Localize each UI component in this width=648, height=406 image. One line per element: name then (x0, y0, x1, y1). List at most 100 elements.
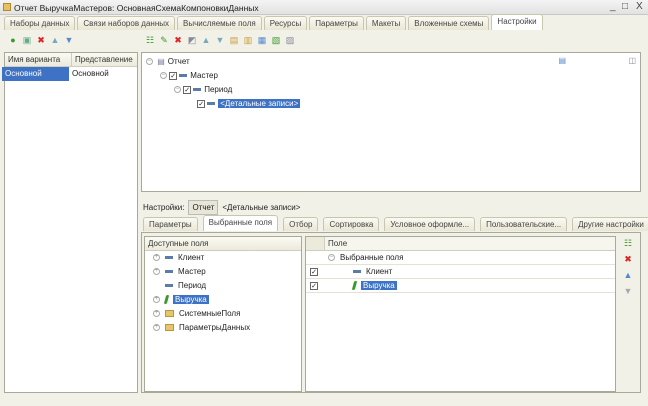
tree-node[interactable]: ✓ <Детальные записи> (142, 97, 640, 111)
maximize-button[interactable]: □ (622, 1, 628, 12)
move-down-icon[interactable]: ▼ (623, 286, 633, 296)
variants-header: Имя варианта Представление (5, 53, 137, 67)
settings-tab-4[interactable]: Условное оформле... (384, 217, 476, 231)
move-up-icon[interactable]: ▲ (50, 35, 60, 45)
group-icon[interactable]: ▤ (229, 35, 239, 45)
list-item[interactable]: ✓ Клиент (306, 265, 615, 279)
expand-icon[interactable]: − (174, 86, 181, 94)
expand-icon[interactable]: − (146, 58, 153, 66)
settings-tab-1[interactable]: Выбранные поля (202, 215, 279, 231)
tree-node[interactable]: − ▤ Отчет (142, 55, 640, 69)
group-label: Выбранные поля (340, 253, 404, 262)
tab-3[interactable]: Ресурсы (263, 16, 308, 30)
list-item[interactable]: + ПараметрыДанных (145, 321, 301, 335)
field-label: Выручка (173, 295, 209, 304)
settings-tabs: Параметры Выбранные поля Отбор Сортировка Ус… (143, 215, 648, 231)
variant-name: Основной (2, 67, 69, 81)
available-fields-panel: Доступные поля + Клиент + Мастер +Период + Выр… (144, 236, 302, 392)
settings-tab-5[interactable]: Пользовательские... (480, 217, 568, 231)
field-icon (165, 256, 173, 260)
grouping-icon (193, 88, 202, 92)
selected-fields-toolbar: ☷ ✖ ▲ ▼ (623, 238, 633, 296)
add-field-icon[interactable]: ☷ (623, 238, 633, 248)
settings-report-button[interactable]: Отчет (188, 200, 219, 215)
delete-icon[interactable]: ✖ (623, 254, 633, 264)
tab-5[interactable]: Макеты (365, 16, 407, 30)
move-up-icon[interactable]: ▲ (623, 270, 633, 280)
list-item[interactable]: + СистемныеПоля (145, 307, 301, 321)
delete-icon[interactable]: ✖ (173, 35, 183, 45)
field-label: Мастер (178, 267, 206, 276)
settings-detail-button[interactable]: <Детальные записи> (222, 203, 300, 212)
checkbox[interactable]: ✓ (183, 85, 192, 94)
window-icon (3, 3, 11, 11)
settings-bar: Настройки: Отчет <Детальные записи> (143, 200, 300, 215)
settings-tab-6[interactable]: Другие настройки (572, 217, 648, 231)
expand-icon[interactable]: + (153, 296, 160, 304)
tab-0[interactable]: Наборы данных (4, 16, 76, 30)
folder-icon (165, 324, 174, 332)
expand-icon[interactable]: + (153, 310, 160, 318)
tab-6[interactable]: Вложенные схемы (408, 16, 490, 30)
ungroup-icon[interactable]: ▥ (243, 35, 253, 45)
field-icon (165, 284, 173, 288)
table-icon[interactable]: ▦ (257, 35, 267, 45)
field-label: Клиент (366, 267, 393, 276)
checkbox[interactable]: ✓ (169, 71, 178, 80)
tab-2[interactable]: Вычисляемые поля (177, 16, 262, 30)
tree-node-label: Период (204, 85, 233, 94)
tab-7[interactable]: Настройки (491, 14, 543, 30)
expand-icon[interactable]: + (153, 324, 160, 332)
field-label: ПараметрыДанных (179, 323, 251, 332)
tree-node[interactable]: − ✓ Мастер (142, 69, 640, 83)
tree-node[interactable]: − ✓ Период (142, 83, 640, 97)
chart-icon[interactable]: ▨ (285, 35, 295, 45)
settings-tab-content: Доступные поля + Клиент + Мастер +Период + Выр… (141, 232, 641, 393)
settings-label: Настройки: (143, 203, 185, 212)
expand-icon[interactable]: − (160, 72, 167, 80)
minimize-button[interactable]: _ (610, 1, 616, 12)
column-header-presentation: Представление (75, 55, 133, 64)
settings-tab-2[interactable]: Отбор (283, 217, 319, 231)
delete-icon[interactable]: ✖ (36, 35, 46, 45)
copy-icon[interactable]: ▣ (22, 35, 32, 45)
field-icon (165, 270, 173, 274)
list-item[interactable]: + Выручка (145, 293, 301, 307)
expand-icon[interactable]: + (153, 268, 160, 276)
add-grouping-icon[interactable]: ☷ (145, 35, 155, 45)
properties-icon[interactable]: ◩ (187, 35, 197, 45)
selected-fields-header: Поле (306, 237, 615, 251)
list-item[interactable]: + Клиент (145, 251, 301, 265)
chart-add-icon[interactable]: ▧ (271, 35, 281, 45)
tree-node-label: Отчет (167, 57, 190, 66)
list-item[interactable]: ✓ Выручка (306, 279, 615, 293)
list-item[interactable]: + Мастер (145, 265, 301, 279)
edit-icon[interactable]: ✎ (159, 35, 169, 45)
settings-tab-3[interactable]: Сортировка (323, 217, 380, 231)
field-label: СистемныеПоля (179, 309, 241, 318)
close-button[interactable]: X (636, 1, 643, 12)
settings-tab-0[interactable]: Параметры (143, 217, 198, 231)
add-icon[interactable]: ● (8, 35, 18, 45)
tree-node-label: Мастер (190, 71, 218, 80)
move-up-icon[interactable]: ▲ (201, 35, 211, 45)
grouping-icon (179, 74, 188, 78)
collapse-icon[interactable]: − (328, 254, 335, 262)
move-down-icon[interactable]: ▼ (215, 35, 225, 45)
checkbox[interactable]: ✓ (310, 281, 318, 290)
list-item[interactable]: +Период (145, 279, 301, 293)
available-fields-header: Доступные поля (145, 237, 301, 251)
selected-fields-panel: Поле − Выбранные поля ✓ Клиент ✓ Выручка (305, 236, 616, 392)
move-down-icon[interactable]: ▼ (64, 35, 74, 45)
tab-4[interactable]: Параметры (309, 16, 364, 30)
list-item-group[interactable]: − Выбранные поля (306, 251, 615, 265)
checkbox[interactable]: ✓ (197, 99, 206, 108)
table-row[interactable]: Основной Основной (2, 67, 137, 81)
field-label: Клиент (178, 253, 205, 262)
checkbox[interactable]: ✓ (310, 267, 318, 276)
resource-icon (163, 295, 170, 305)
structure-tree: ▤ ◫ − ▤ Отчет − ✓ Мастер − ✓ Период ✓ <Детальн… (141, 52, 641, 192)
variants-toolbar: ● ▣ ✖ ▲ ▼ (8, 35, 74, 45)
tab-1[interactable]: Связи наборов данных (77, 16, 175, 30)
expand-icon[interactable]: + (153, 254, 160, 262)
